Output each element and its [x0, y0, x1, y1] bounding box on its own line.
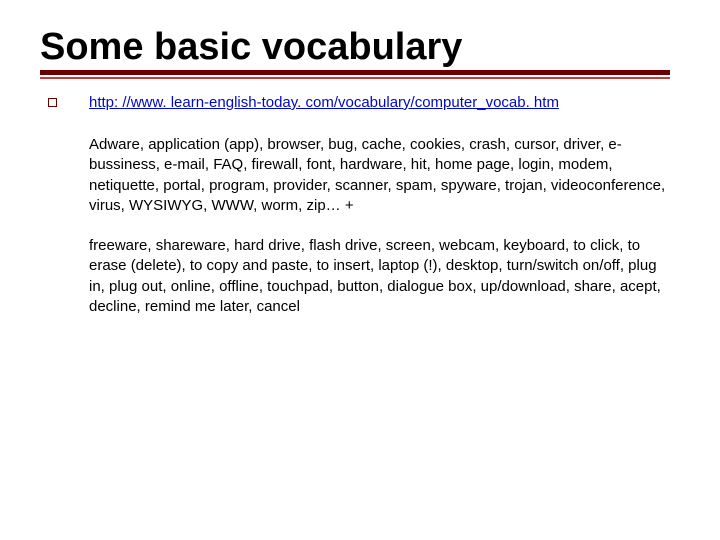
- vocab-link[interactable]: http: //www. learn-english-today. com/vo…: [89, 94, 559, 111]
- slide: Some basic vocabulary http: //www. learn…: [0, 0, 720, 540]
- title-block: Some basic vocabulary: [40, 28, 680, 79]
- vocab-source-link: http: //www. learn-english-today. com/vo…: [89, 93, 670, 113]
- bullet-icon: [48, 98, 57, 107]
- slide-title: Some basic vocabulary: [40, 28, 680, 68]
- title-underline-light: [40, 77, 670, 79]
- vocab-list-1: Adware, application (app), browser, bug,…: [89, 135, 670, 216]
- vocab-list-2: freeware, shareware, hard drive, flash d…: [89, 236, 670, 317]
- slide-content: http: //www. learn-english-today. com/vo…: [89, 93, 680, 337]
- content-row: http: //www. learn-english-today. com/vo…: [40, 93, 680, 337]
